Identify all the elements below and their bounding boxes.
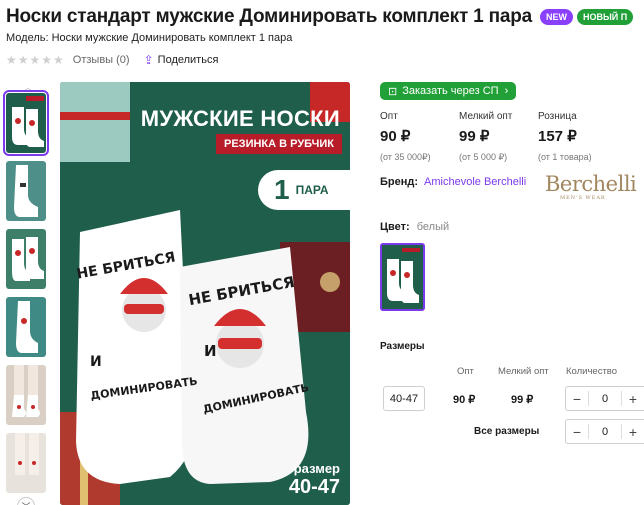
brand-logo[interactable]: Berchelli (545, 172, 637, 196)
price-retail: Розница 157 ₽ (от 1 товара) (538, 111, 617, 163)
price-table: Опт 90 ₽ (от 35 000₽) Мелкий опт 99 ₽ (о… (380, 111, 617, 163)
new-badge: NEW (540, 9, 573, 25)
quantity-stepper: − 0 + (565, 386, 644, 411)
page-title: Носки стандарт мужские Доминировать комп… (6, 6, 532, 27)
quantity-value[interactable]: 0 (589, 426, 621, 438)
share-label: Поделиться (157, 54, 219, 66)
thumbnail-strip: ︿ (3, 79, 50, 505)
price-label: Опт (380, 111, 398, 122)
plus-icon[interactable]: + (622, 424, 644, 440)
image-size: размер 40-47 (289, 461, 340, 499)
chevron-right-icon: › (504, 85, 509, 97)
thumbnail-image (6, 297, 46, 357)
brand-link[interactable]: Amichevole Berchelli (424, 176, 526, 188)
reviews-link[interactable]: Отзывы (0) (73, 54, 130, 66)
quantity-value[interactable]: 0 (589, 393, 621, 405)
price-condition: (от 1 товара) (538, 152, 592, 162)
thumbnail-image (6, 365, 46, 425)
price-label: Розница (538, 111, 577, 122)
size-header-small-opt: Мелкий опт (498, 366, 549, 377)
rating-stars: ★★★★★ (6, 53, 65, 67)
plus-icon[interactable]: + (622, 391, 644, 407)
size-header-opt: Опт (457, 366, 474, 377)
brand-label: Бренд: (380, 176, 419, 188)
thumbnail-image (6, 433, 46, 493)
pack-label: ПАРА (295, 183, 329, 197)
brand-row: Бренд: Amichevole Berchelli (380, 176, 526, 188)
sock-print-text: И (90, 354, 102, 370)
thumbnail[interactable] (6, 161, 46, 221)
color-swatch[interactable] (380, 243, 425, 311)
price-condition: (от 35 000₽) (380, 152, 431, 162)
thumbnail-image (6, 161, 46, 221)
price-opt: Опт 90 ₽ (от 35 000₽) (380, 111, 459, 163)
thumbnail-image (6, 229, 46, 289)
image-headline: МУЖСКИЕ НОСКИ (140, 106, 340, 131)
product-main-image[interactable]: НЕ БРИТЬСЯ НЕ БРИТЬСЯ И И ДОМИНИРОВАТЬ Д… (60, 82, 350, 505)
thumbnail[interactable] (6, 433, 46, 493)
share-button[interactable]: ⇪ Поделиться (144, 53, 219, 67)
size-chip[interactable]: 40-47 (383, 386, 425, 411)
sizes-title: Размеры (380, 341, 425, 352)
color-label: Цвет: (380, 221, 410, 233)
price-value: 157 ₽ (538, 128, 577, 145)
size-value: 40-47 (288, 476, 340, 498)
model-line: Модель: Носки мужские Доминировать компл… (6, 32, 293, 44)
image-ribbon: РЕЗИНКА В РУБЧИК (216, 134, 342, 154)
price-value: 99 ₽ (459, 128, 490, 145)
brand-logo-subtitle: MEN'S WEAR (560, 195, 606, 201)
order-button-label: Заказать через СП (402, 85, 499, 97)
order-via-sp-button[interactable]: ⊡ Заказать через СП › (380, 82, 517, 100)
image-pack-badge: 1 ПАРА (258, 170, 350, 210)
color-value: белый (416, 221, 450, 233)
minus-icon[interactable]: − (566, 424, 588, 440)
chevron-up-icon[interactable]: ︿ (6, 79, 50, 94)
thumbnail[interactable] (6, 229, 46, 289)
sock-print-text: И (204, 342, 217, 360)
all-sizes-quantity-stepper: − 0 + (565, 419, 644, 444)
size-opt-price: 90 ₽ (453, 394, 476, 406)
size-header-qty: Количество (566, 366, 618, 377)
thumbnail-image (6, 93, 46, 153)
pack-count: 1 (274, 174, 290, 205)
cart-icon: ⊡ (388, 85, 398, 98)
price-condition: (от 5 000 ₽) (459, 152, 508, 162)
thumbnail[interactable] (6, 365, 46, 425)
new-product-badge: НОВЫЙ П (577, 9, 634, 25)
price-small-opt: Мелкий опт 99 ₽ (от 5 000 ₽) (459, 111, 538, 163)
swatch-image (382, 245, 423, 309)
rating-row: ★★★★★ Отзывы (0) ⇪ Поделиться (6, 53, 218, 67)
chevron-down-icon[interactable]: ﹀ (17, 497, 35, 505)
size-small-opt-price: 99 ₽ (511, 394, 534, 406)
share-icon: ⇪ (143, 53, 154, 67)
thumbnail[interactable] (3, 90, 49, 156)
minus-icon[interactable]: − (566, 391, 588, 407)
price-value: 90 ₽ (380, 128, 411, 145)
size-label: размер (293, 461, 340, 476)
thumbnail[interactable] (6, 297, 46, 357)
price-label: Мелкий опт (459, 111, 513, 122)
title-row: Носки стандарт мужские Доминировать комп… (6, 6, 634, 28)
all-sizes-label: Все размеры (474, 426, 540, 437)
color-row: Цвет: белый (380, 221, 449, 233)
